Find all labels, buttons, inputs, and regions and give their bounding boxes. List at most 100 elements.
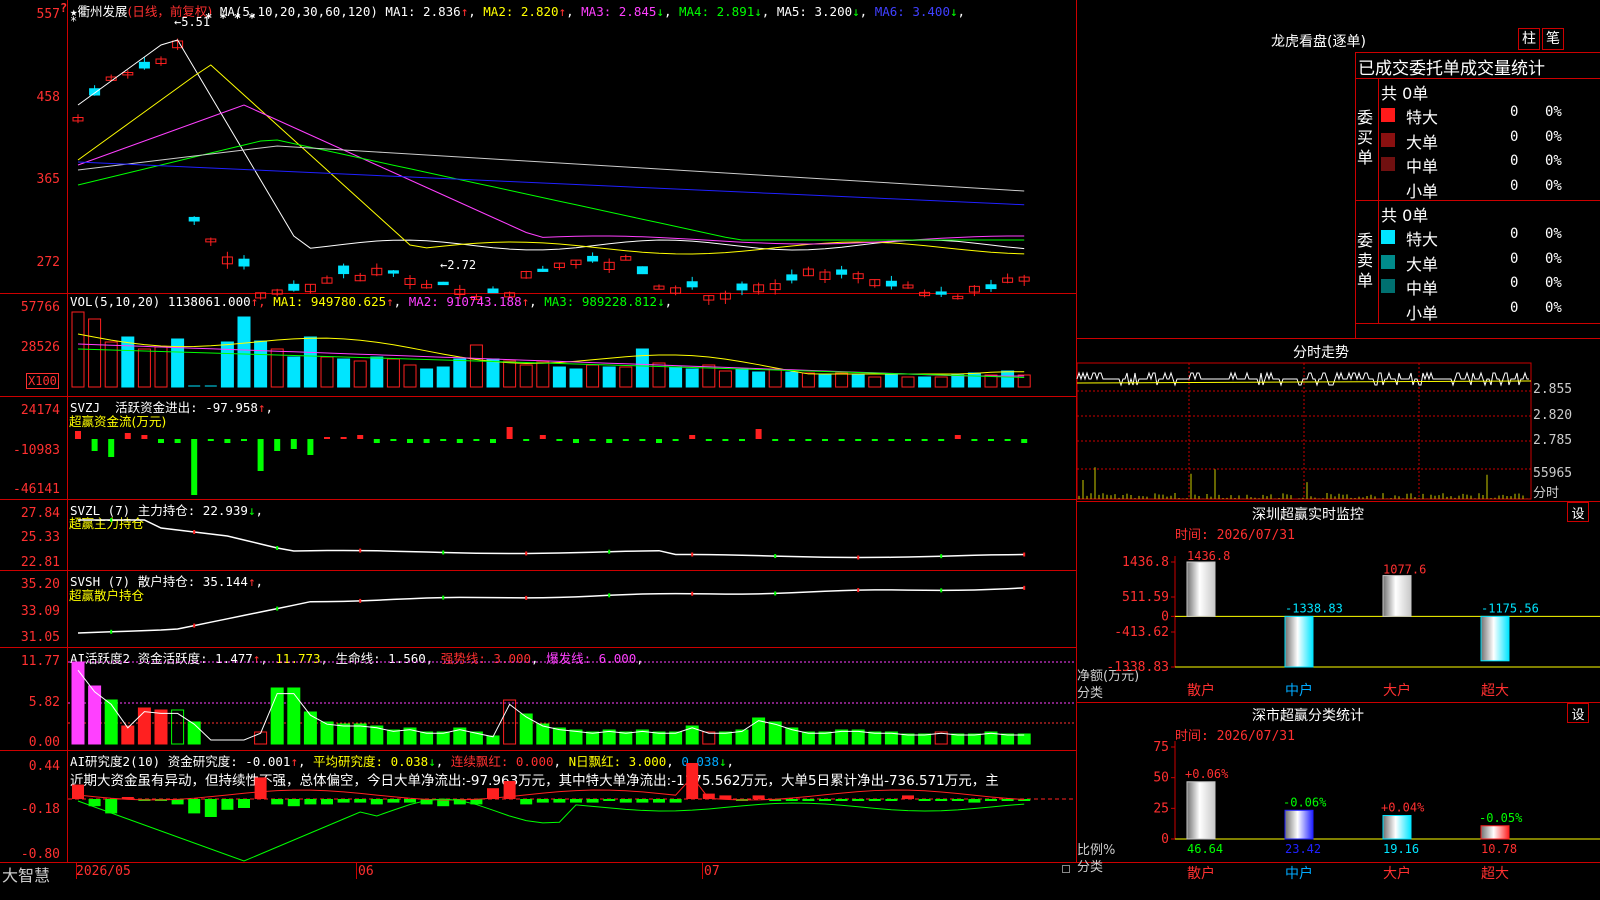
flow-bar [191, 439, 198, 495]
lock-icon[interactable] [1062, 865, 1070, 873]
candle [138, 61, 150, 69]
activity-bar [519, 713, 533, 745]
vol-bar [785, 371, 799, 388]
category-bar [1382, 814, 1412, 840]
vol-bar [154, 346, 168, 388]
category-bar [1480, 825, 1510, 840]
vol-bar [635, 348, 649, 388]
tab-tick[interactable]: 笔 [1542, 28, 1564, 50]
research-bar [553, 799, 566, 803]
vol-bar [818, 374, 832, 388]
bar-value-label: 19.16 [1383, 842, 1419, 856]
holding-tick [1023, 585, 1026, 590]
flow-bar [772, 439, 779, 441]
vol-bar [851, 374, 865, 388]
holding-tick [774, 554, 777, 559]
research-bar [852, 799, 865, 801]
flow-bar [91, 439, 98, 451]
minute-chart [1076, 362, 1532, 500]
bar-value-label: 1436.8 [1187, 549, 1230, 563]
vol-bar [536, 361, 550, 388]
candle [587, 255, 599, 262]
holding-line [77, 587, 1025, 634]
vol-bar [752, 371, 766, 388]
research-bar [885, 799, 898, 801]
candle [885, 280, 897, 287]
research-bar [354, 799, 367, 803]
sell-table: 共 0单 特大 0 0% 大单 0 0% 中单 0 0% 小单 0 0% [1381, 202, 1600, 324]
activity-bar [586, 731, 600, 745]
holding-tick [442, 550, 445, 555]
minute-panel[interactable]: 分时走势 2.855 2.820 2.785 55965 分时 [1076, 339, 1600, 501]
activity-bar [337, 723, 351, 745]
flow-bar [622, 439, 629, 441]
sell-side-label: 委 卖 单 [1357, 231, 1374, 290]
svsh-panel[interactable]: 35.20 33.09 31.05 SVSH (7) 散户持仓: 35.144↑… [0, 571, 1076, 647]
bar-value-label: 23.42 [1285, 842, 1321, 856]
sz-monitor-panel[interactable]: 深圳超赢实时监控 设 时间: 2026/07/31 净额(万元) 分类 1436… [1077, 502, 1600, 702]
vol-bar [735, 368, 749, 388]
flow-bar [257, 439, 264, 471]
flow-bar [456, 439, 463, 443]
research-bar [636, 799, 649, 803]
activity-bar [303, 711, 317, 745]
holding-tick [774, 591, 777, 596]
tab-bar[interactable]: 柱 [1518, 28, 1540, 50]
candle [686, 281, 698, 288]
order-count: 0 [1510, 104, 1519, 120]
svsh-chart [77, 585, 1026, 634]
research-bar [520, 799, 533, 805]
volume-panel[interactable]: 57766 28526 X100 VOL(5,10,20) 1138061.00… [0, 294, 1076, 396]
vol-bar [137, 348, 151, 388]
activity-bar [669, 731, 683, 745]
svzj-chart [75, 427, 1028, 495]
flow-bar [556, 439, 563, 441]
candle [786, 274, 798, 281]
vol-bar [669, 366, 683, 388]
research-bar [304, 799, 317, 805]
vol-bar [436, 366, 450, 388]
category-label: 大户 [1383, 865, 1411, 882]
sz-category-chart: 75 50 25 0 46.64 +0.06% 散户 23.42 -0.06% 中户 19.16 +0… [1153, 740, 1600, 882]
holding-line [78, 519, 1025, 559]
candle [836, 269, 848, 275]
color-swatch [1381, 157, 1395, 171]
activity-bar [171, 709, 185, 745]
research-bar [985, 799, 997, 801]
svzl-chart [78, 518, 1026, 560]
activity-bar [420, 731, 434, 745]
holding-tick [525, 551, 528, 556]
research-bar [619, 799, 632, 803]
order-pct: 0% [1545, 177, 1562, 194]
activity-bar [619, 731, 633, 745]
vol-bar [403, 364, 417, 388]
vol-bar [868, 376, 882, 388]
activity-bar [71, 661, 85, 745]
ai-active-panel[interactable]: 11.77 5.82 0.00 AI活跃度2 资金活跃度: 1.477↑, 11… [0, 648, 1076, 750]
holding-tick [940, 588, 943, 593]
sz-category-panel[interactable]: 深市超赢分类统计 设 时间: 2026/07/31 比例% 分类 75 50 25 0… [1077, 703, 1600, 900]
activity-bar [868, 731, 882, 745]
order-total: 共 0单 [1381, 206, 1429, 225]
candle [487, 288, 499, 294]
research-bar [570, 799, 582, 803]
category-label: 散户 [1187, 682, 1215, 699]
research-bar [387, 799, 400, 803]
flow-bar [174, 439, 181, 443]
date-label: 07 [704, 864, 720, 879]
bottom-bar: 大智慧 2026/05 06 07 [0, 863, 1076, 900]
research-bar [72, 784, 84, 799]
vol-bar [370, 356, 384, 388]
vol-bar [918, 376, 932, 388]
color-swatch [1381, 304, 1395, 318]
ai-research-panel[interactable]: 0.44 -0.18 -0.80 AI研究度2(10) 资金研究度: -0.00… [0, 751, 1076, 862]
vol-bar [884, 374, 898, 388]
ai-research-chart [68, 763, 1076, 862]
date-label: 2026/05 [76, 864, 131, 879]
kline-panel[interactable]: 557 458 365 272 ? ★衢州发展(日线，前复权) MA(5,10,… [0, 0, 1076, 305]
svzj-panel[interactable]: 24174 -10983 -46141 SVZJ 活跃资金进出: -97.958… [0, 397, 1076, 499]
flow-bar [390, 439, 397, 441]
bar-value-label: -1175.56 [1481, 601, 1539, 615]
svzl-panel[interactable]: 27.84 25.33 22.81 SVZL (7) 主力持仓: 22.939↓… [0, 500, 1076, 570]
flow-bar [805, 439, 812, 441]
